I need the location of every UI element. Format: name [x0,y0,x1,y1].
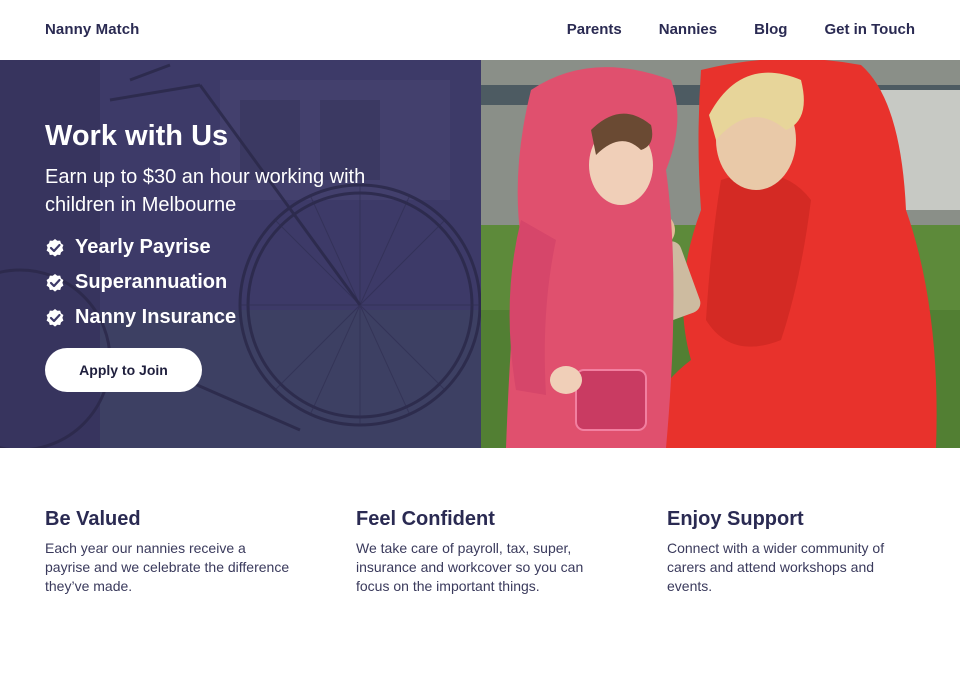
feature-text: Connect with a wider community of carers… [667,540,885,594]
hero-photo [481,60,960,448]
feature-title: Feel Confident [356,508,495,530]
features-section: Be Valued Each year our nannies receive … [0,448,960,683]
benefit-item: Yearly Payrise [45,230,236,265]
apply-to-join-button[interactable]: Apply to Join [45,348,202,392]
feature-title: Enjoy Support [667,508,804,530]
feature-enjoy-support: Enjoy Support Connect with a wider commu… [667,508,912,596]
hero-subtitle: Earn up to $30 an hour working with chil… [45,166,366,216]
site-header: Nanny Match Parents Nannies Blog Get in … [0,0,960,60]
nav-link-nannies[interactable]: Nannies [659,21,717,38]
nav-link-blog[interactable]: Blog [754,21,787,38]
feature-text: We take care of payroll, tax, super, ins… [356,540,584,594]
check-badge-icon [46,273,64,292]
benefits-list: Yearly Payrise Superannuation Nanny Insu… [45,230,236,335]
benefit-item: Nanny Insurance [45,300,236,335]
main-nav: Parents Nannies Blog Get in Touch [567,21,915,38]
feature-text: Each year our nannies receive a payrise … [45,540,290,594]
nav-link-get-in-touch[interactable]: Get in Touch [824,21,915,38]
check-badge-icon [46,238,64,257]
nav-link-parents[interactable]: Parents [567,21,622,38]
hero-overlay-panel: Work with Us Earn up to $30 an hour work… [0,60,481,448]
feature-feel-confident: Feel Confident We take care of payroll, … [356,508,601,596]
benefit-label: Superannuation [75,271,228,293]
hero-title: Work with Us [45,120,229,152]
check-badge-icon [46,308,64,327]
benefit-label: Yearly Payrise [75,236,211,258]
benefit-label: Nanny Insurance [75,306,237,328]
feature-be-valued: Be Valued Each year our nannies receive … [45,508,290,596]
nanny-and-child-raincoats-image [481,60,960,448]
hero-section: Work with Us Earn up to $30 an hour work… [0,60,960,448]
feature-title: Be Valued [45,508,141,530]
benefit-item: Superannuation [45,265,236,300]
brand-logo[interactable]: Nanny Match [45,21,139,38]
